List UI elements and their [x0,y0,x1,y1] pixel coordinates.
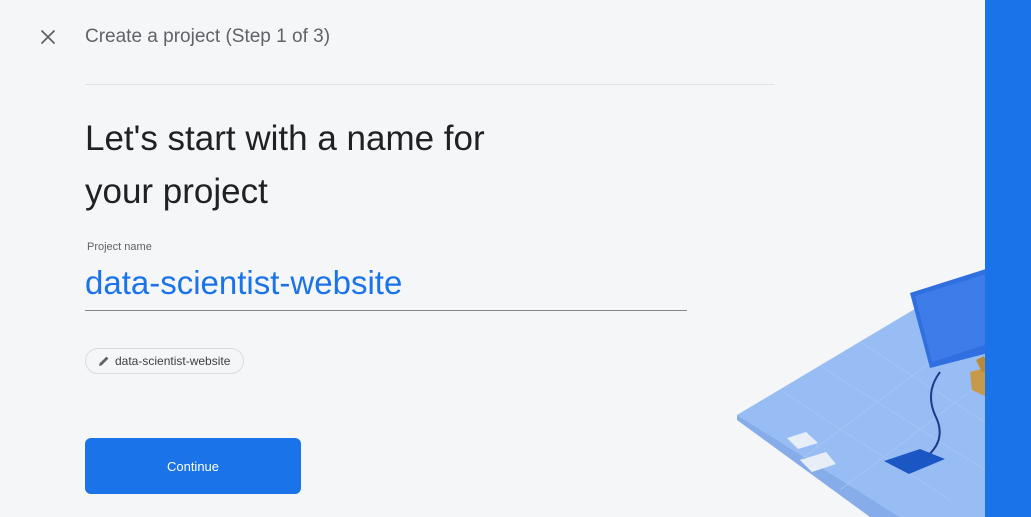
project-illustration [737,262,1031,517]
create-project-page: Create a project (Step 1 of 3) Let's sta… [0,0,1031,517]
side-accent-strip [985,0,1031,517]
